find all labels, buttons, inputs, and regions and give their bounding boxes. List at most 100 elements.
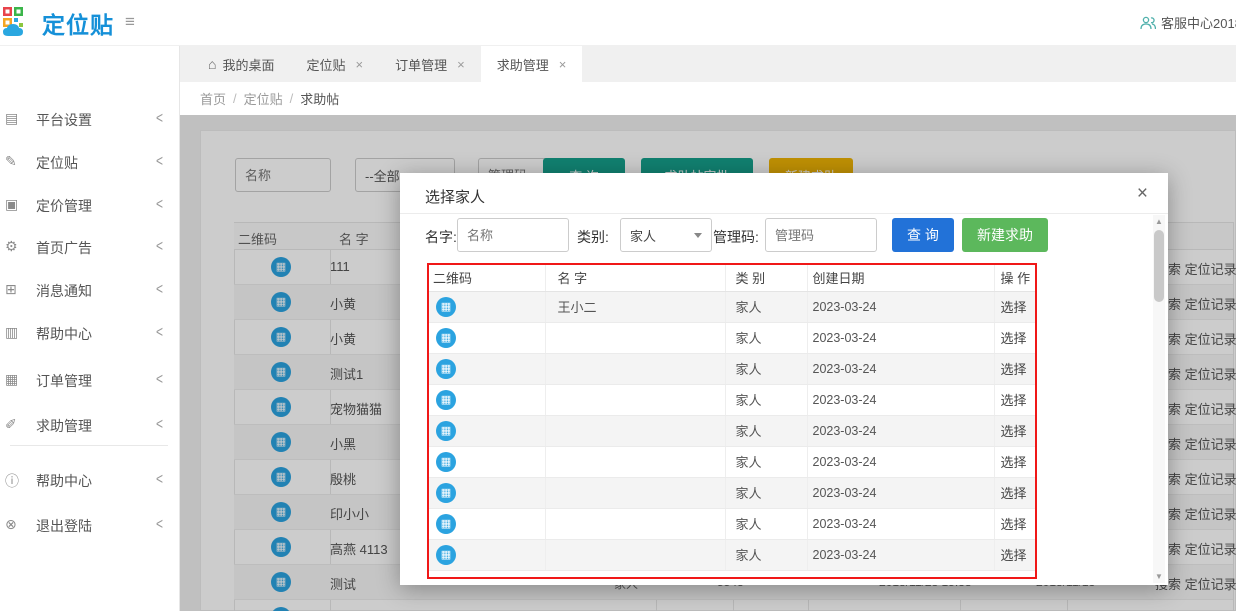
sidebar-item-label: 退出登陆 (36, 516, 92, 536)
modal-code-input[interactable] (765, 218, 877, 252)
sticker-edit-icon: ✎ (5, 153, 17, 170)
sidebar-item-help-center-2[interactable]: ⓘ帮助中心< (0, 464, 179, 494)
row-name (545, 415, 725, 446)
tab-help-management[interactable]: 求助管理× (481, 46, 583, 82)
tab-label: 定位贴 (306, 55, 345, 74)
chevron-left-icon: < (156, 280, 163, 298)
row-name (545, 477, 725, 508)
select-row-link[interactable]: 选择 (994, 415, 1035, 446)
chevron-left-icon: < (156, 195, 163, 213)
close-tab-icon[interactable]: × (457, 57, 465, 72)
sidebar-item-notifications[interactable]: ⊞消息通知< (0, 274, 179, 304)
table-row: ▦家人2023-03-24选择 (429, 353, 1035, 384)
chevron-left-icon: < (156, 152, 163, 170)
modal-scrollbar[interactable]: ▲ ▼ (1153, 215, 1165, 583)
modal-search-button[interactable]: 查 询 (892, 218, 954, 252)
sidebar-item-help-center[interactable]: ▥帮助中心< (0, 317, 179, 347)
chevron-left-icon: < (156, 323, 163, 341)
qrcode-icon[interactable]: ▦ (436, 328, 456, 348)
row-date: 2023-03-24 (807, 353, 994, 384)
sidebar-item-sticker[interactable]: ✎ 定位贴 < (0, 146, 179, 176)
sidebar-item-label: 帮助中心 (36, 324, 92, 344)
select-row-link[interactable]: 选择 (994, 353, 1035, 384)
qrcode-icon[interactable]: ▦ (436, 452, 456, 472)
home-icon: ⌂ (208, 56, 216, 72)
breadcrumb-home[interactable]: 首页 (200, 89, 226, 108)
pricing-icon: ▣ (5, 196, 18, 213)
select-row-link[interactable]: 选择 (994, 539, 1035, 570)
user-name: 客服中心2018 (1161, 13, 1236, 32)
modal-close-icon[interactable]: × (1137, 183, 1148, 205)
table-row: ▦ 家人2023-03-24选择 (429, 446, 1035, 477)
modal-category-label: 类别: (577, 227, 609, 247)
select-family-modal: 选择家人 × 名字: 类别: 家人 管理码: 查 询 新建求助 二维码 名 字 … (400, 173, 1168, 585)
modal-name-label: 名字: (425, 227, 457, 247)
sidebar-item-label: 订单管理 (36, 371, 92, 391)
qrcode-icon[interactable]: ▦ (436, 297, 456, 317)
qrcode-icon[interactable]: ▦ (436, 359, 456, 379)
sidebar-item-label: 求助管理 (36, 416, 92, 436)
breadcrumb-sticker[interactable]: 定位贴 (244, 89, 283, 108)
tab-orders[interactable]: 订单管理× (379, 46, 481, 82)
sidebar-item-platform-settings[interactable]: ▤平台设置< (0, 103, 179, 133)
sidebar-item-logout[interactable]: ⊗退出登陆< (0, 509, 179, 539)
chevron-left-icon: < (156, 370, 163, 388)
modal-name-input[interactable] (457, 218, 569, 252)
sidebar-item-help-requests[interactable]: ✐求助管理< (0, 409, 179, 439)
close-tab-icon[interactable]: × (559, 57, 567, 72)
modal-category-select[interactable]: 家人 (620, 218, 712, 252)
row-date: 2023-03-24 (807, 384, 994, 415)
select-row-link[interactable]: 选择 (994, 446, 1035, 477)
breadcrumb: 首页 / 定位贴 / 求助帖 (180, 82, 1236, 115)
select-row-link[interactable]: 选择 (994, 384, 1035, 415)
app-logo[interactable]: 定位贴 (2, 5, 114, 41)
row-category: 家人 (725, 446, 807, 477)
select-row-link[interactable]: 选择 (994, 477, 1035, 508)
row-category: 家人 (725, 322, 807, 353)
select-row-link[interactable]: 选择 (994, 322, 1035, 353)
tab-sticker[interactable]: 定位贴 × (290, 46, 379, 82)
modal-new-help-button[interactable]: 新建求助 (962, 218, 1048, 252)
scrollbar-thumb[interactable] (1154, 230, 1164, 302)
scroll-up-icon[interactable]: ▲ (1153, 217, 1165, 226)
close-tab-icon[interactable]: × (356, 57, 364, 72)
list-menu-icon[interactable]: ≡ (125, 12, 135, 32)
sidebar-item-label: 平台设置 (36, 110, 92, 130)
sidebar-item-label: 帮助中心 (36, 471, 92, 491)
row-name (545, 384, 725, 415)
modal-result-table: 二维码 名 字 类 别 创建日期 操 作 ▦王小二家人2023-03-24选择 … (427, 263, 1037, 579)
qrcode-icon[interactable]: ▦ (436, 421, 456, 441)
chevron-left-icon: < (156, 109, 163, 127)
users-icon (1140, 16, 1156, 30)
help-requests-icon: ✐ (5, 416, 17, 433)
scroll-down-icon[interactable]: ▼ (1153, 572, 1165, 581)
chevron-down-icon (694, 233, 702, 238)
column-header: 类 别 (725, 265, 807, 291)
breadcrumb-separator: / (233, 91, 237, 106)
row-name: 王小二 (545, 291, 725, 322)
column-header: 名 字 (545, 265, 725, 291)
qrcode-icon[interactable]: ▦ (436, 390, 456, 410)
select-row-link[interactable]: 选择 (994, 291, 1035, 322)
user-menu[interactable]: 客服中心2018 (1140, 13, 1236, 32)
qrcode-icon[interactable]: ▦ (436, 545, 456, 565)
row-category: 家人 (725, 508, 807, 539)
sidebar-item-label: 定位贴 (36, 153, 78, 173)
sidebar-item-home-ads[interactable]: ⚙首页广告< (0, 231, 179, 261)
app-window: 定位贴 ≡ 客服中心2018 ▤平台设置< ✎定位贴< ▣定价管理< ⚙首页广告… (0, 0, 1236, 611)
qrcode-icon[interactable]: ▦ (436, 514, 456, 534)
tab-my-desktop[interactable]: ⌂我的桌面 (192, 46, 290, 82)
qrcode-icon[interactable]: ▦ (436, 483, 456, 503)
row-name (545, 539, 725, 570)
row-date: 2023-03-24 (807, 446, 994, 477)
sidebar-item-orders[interactable]: ▦ 订单管理 < (0, 364, 179, 394)
table-row: ▦王小二家人2023-03-24选择 (429, 291, 1035, 322)
select-row-link[interactable]: 选择 (994, 508, 1035, 539)
table-row: ▦ 家人2023-03-24选择 (429, 508, 1035, 539)
row-date: 2023-03-24 (807, 508, 994, 539)
row-name (545, 508, 725, 539)
sidebar-item-pricing[interactable]: ▣定价管理< (0, 189, 179, 219)
row-name (545, 446, 725, 477)
column-header: 二维码 (429, 265, 545, 291)
orders-icon: ▦ (5, 371, 18, 388)
